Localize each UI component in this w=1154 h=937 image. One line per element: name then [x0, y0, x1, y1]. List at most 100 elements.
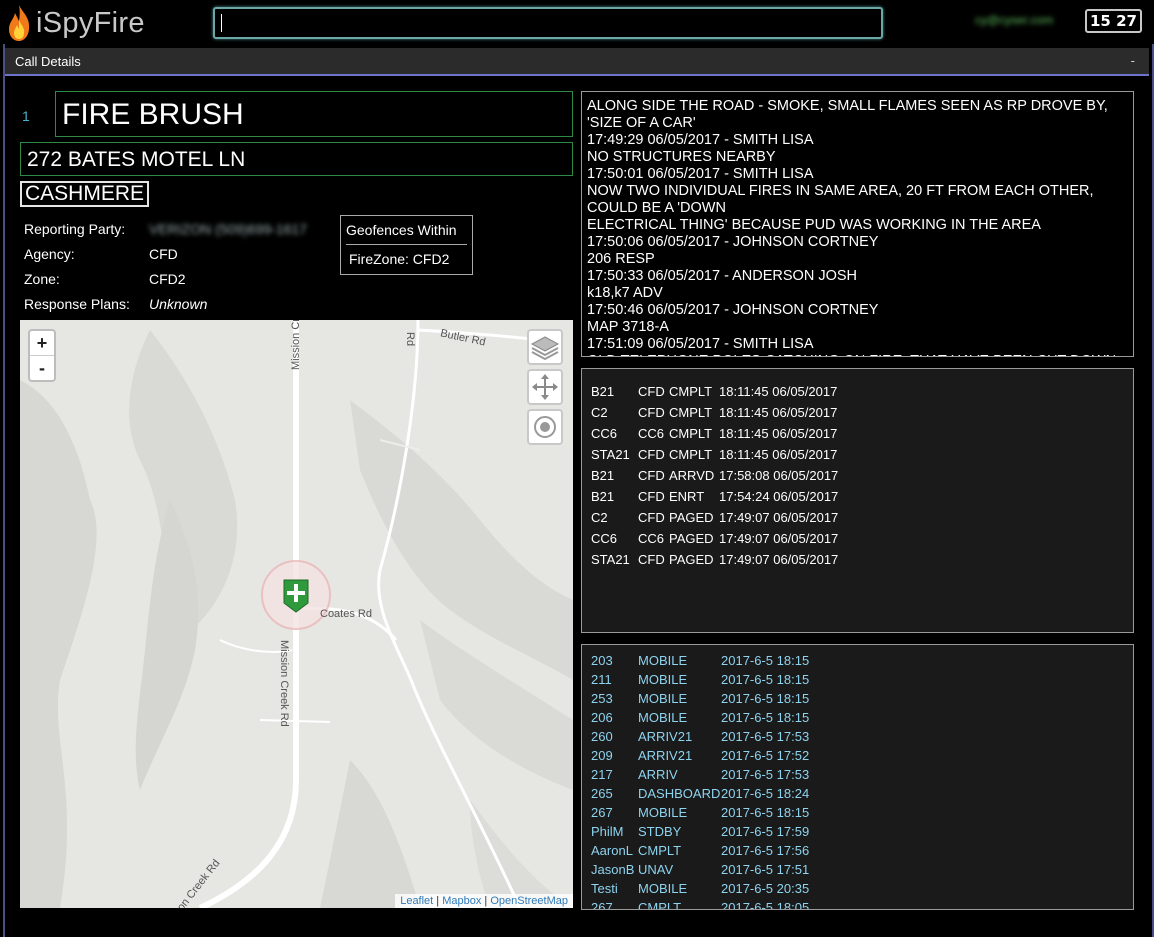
narrative-line: k18,k7 ADV [587, 285, 663, 301]
responder-time: 2017-6-5 18:05 [721, 900, 810, 910]
status-agency: CFD [638, 510, 665, 525]
response-plans-value: Unknown [149, 296, 208, 312]
incident-map[interactable]: Mission Creek R Butler Rd Rd Coates Rd M… [20, 320, 573, 908]
responder-status: CMPLT [638, 900, 682, 910]
road-label-coates: Coates Rd [320, 608, 372, 620]
panel-title: Call Details [15, 54, 81, 69]
status-time: 18:11:45 06/05/2017 [719, 447, 838, 462]
responder-id: 267 [591, 900, 613, 910]
zone-label: Zone: [24, 271, 60, 287]
status-unit: C2 [591, 405, 608, 420]
flame-icon [9, 5, 30, 41]
status-agency: CFD [638, 552, 665, 567]
narrative-line: 17:51:09 06/05/2017 - SMITH LISA [587, 336, 814, 352]
mapbox-link[interactable]: Mapbox [442, 895, 481, 907]
reporting-party-value: VERIZON (509)699-1617 [149, 221, 307, 237]
responder-id: 211 [591, 672, 612, 687]
responder-status: UNAV [638, 862, 674, 877]
status-unit: STA21 [591, 552, 630, 567]
layers-icon [530, 336, 560, 361]
geofence-zone: FireZone: CFD2 [349, 251, 450, 267]
narrative-line: ALONG SIDE THE ROAD - SMOKE, SMALL FLAME… [587, 98, 1108, 114]
responder-time: 2017-6-5 18:15 [721, 805, 810, 820]
narrative-line: 206 RESP [587, 251, 655, 267]
responder-status: ARRIV21 [638, 729, 693, 744]
status-unit: C2 [591, 510, 608, 525]
responder-time: 2017-6-5 17:53 [721, 767, 810, 782]
status-status: PAGED [669, 510, 714, 525]
status-time: 17:49:07 06/05/2017 [719, 510, 839, 525]
responder-status: MOBILE [638, 653, 688, 668]
responder-status: STDBY [638, 824, 682, 839]
responder-time: 2017-6-5 18:15 [721, 672, 810, 687]
responder-time: 2017-6-5 17:51 [721, 862, 810, 877]
map-tiles [20, 320, 573, 908]
responder-status: MOBILE [638, 691, 688, 706]
zoom-out-button[interactable]: - [30, 356, 54, 380]
responder-id: 206 [591, 710, 613, 725]
reporting-party-label: Reporting Party: [24, 221, 126, 237]
status-agency: CC6 [638, 426, 665, 441]
responder-status: MOBILE [638, 881, 688, 896]
status-status: ARRVD [669, 468, 715, 483]
status-unit: B21 [591, 384, 615, 399]
text-caret [221, 14, 222, 32]
call-number: 1 [22, 108, 30, 124]
responder-status: MOBILE [638, 710, 688, 725]
search-input[interactable] [213, 7, 883, 39]
responder-id: Testi [591, 881, 618, 896]
status-status: CMPLT [669, 426, 713, 441]
panel-header: Call Details - [5, 48, 1149, 76]
status-agency: CFD [638, 384, 665, 399]
zoom-in-button[interactable]: + [30, 331, 54, 355]
agency-value: CFD [149, 246, 178, 262]
top-bar: iSpyFire cy@cyser.com 15 27 [0, 0, 1154, 44]
layers-button[interactable] [527, 329, 563, 365]
zone-value: CFD2 [149, 271, 186, 287]
status-agency: CFD [638, 405, 665, 420]
app-name: iSpyFire [36, 6, 145, 39]
call-type: FIRE BRUSH [55, 91, 573, 137]
app-logo[interactable]: iSpyFire [6, 3, 145, 43]
responder-time: 2017-6-5 17:56 [721, 843, 810, 858]
road-label-rd: Rd [404, 332, 416, 347]
status-time: 18:11:45 06/05/2017 [719, 384, 838, 399]
pan-button[interactable] [527, 369, 563, 405]
target-icon [534, 416, 556, 438]
narrative-line: 17:50:01 06/05/2017 - SMITH LISA [587, 166, 814, 182]
zoom-control: + - [28, 329, 56, 382]
unit-status-list[interactable]: B21 CFD CMPLT 18:11:45 06/05/2017 C2 CFD CMPLT… [581, 368, 1134, 633]
responder-id: 265 [591, 786, 613, 801]
responder-list[interactable]: 203 MOBILE 2017-6-5 18:15 211 MOBILE 2017-6-5… [581, 644, 1134, 910]
osm-link[interactable]: OpenStreetMap [490, 895, 568, 907]
geofence-divider [346, 244, 467, 245]
responder-time: 2017-6-5 17:52 [721, 748, 810, 763]
responder-time: 2017-6-5 18:24 [721, 786, 810, 801]
collapse-button[interactable]: - [1131, 53, 1135, 68]
responder-time: 2017-6-5 20:35 [721, 881, 810, 896]
status-unit: CC6 [591, 531, 618, 546]
status-unit: B21 [591, 468, 615, 483]
narrative-line: ELECTRICAL THING' BECAUSE PUD WAS WORKIN… [587, 217, 1041, 233]
narrative-line: 'SIZE OF A CAR' [587, 115, 696, 131]
narrative-line: 17:50:46 06/05/2017 - JOHNSON CORTNEY [587, 302, 879, 318]
responder-status: MOBILE [638, 805, 688, 820]
responder-status: ARRIV21 [638, 748, 693, 763]
status-status: ENRT [669, 489, 705, 504]
move-icon [532, 374, 558, 400]
road-label-mission-1: Mission Creek R [290, 320, 302, 370]
responder-id: 209 [591, 748, 613, 763]
responder-time: 2017-6-5 18:15 [721, 653, 810, 668]
narrative-line: NOW TWO INDIVIDUAL FIRES IN SAME AREA, 2… [587, 183, 1094, 199]
leaflet-link[interactable]: Leaflet [400, 895, 433, 907]
narrative-line: 17:49:29 06/05/2017 - SMITH LISA [587, 132, 814, 148]
status-status: CMPLT [669, 405, 713, 420]
locate-button[interactable] [527, 409, 563, 445]
user-email: cy@cyser.com [975, 13, 1054, 27]
map-attribution: Leaflet | Mapbox | OpenStreetMap [395, 894, 573, 908]
responder-time: 2017-6-5 17:59 [721, 824, 810, 839]
responder-id: JasonB [591, 862, 635, 877]
narrative-line: NO STRUCTURES NEARBY [587, 149, 776, 165]
responder-status: CMPLT [638, 843, 682, 858]
narrative-box[interactable]: ALONG SIDE THE ROAD - SMOKE, SMALL FLAME… [581, 91, 1134, 357]
